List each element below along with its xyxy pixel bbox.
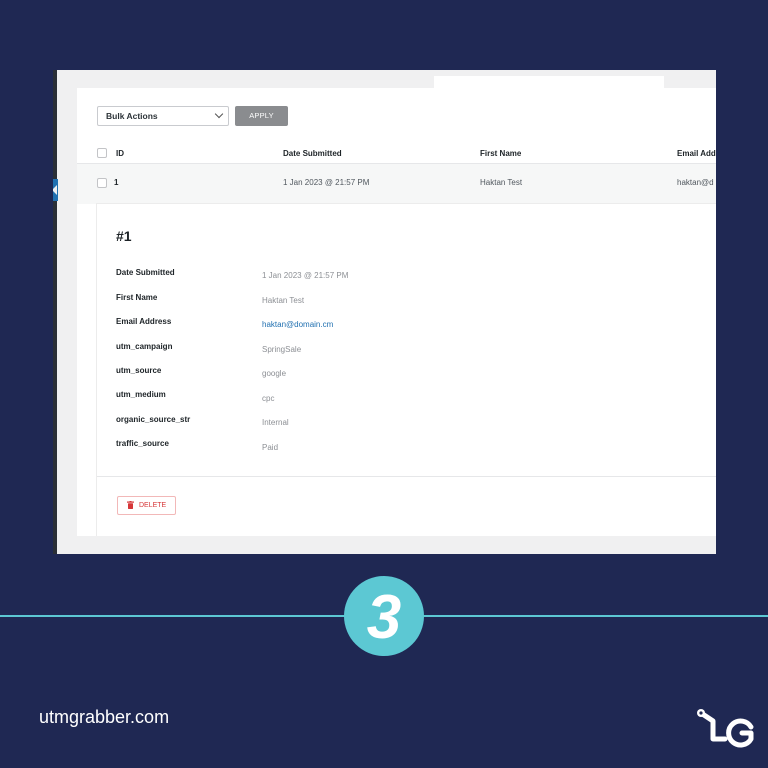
top-bar-fragment [434, 76, 664, 88]
field-label-utm-medium: utm_medium [116, 390, 166, 399]
field-value-date-submitted: 1 Jan 2023 @ 21:57 PM [262, 271, 349, 280]
delete-button[interactable]: DELETE [117, 496, 176, 515]
column-header-email[interactable]: Email Addr [677, 149, 716, 158]
entries-panel: Bulk Actions APPLY ID Date Submitted Fir… [77, 88, 716, 548]
field-label-utm-campaign: utm_campaign [116, 342, 173, 351]
field-value-utm-source: google [262, 369, 287, 378]
row-email: haktan@d [677, 178, 714, 187]
trash-icon [127, 501, 134, 509]
delete-label: DELETE [139, 502, 167, 509]
detail-divider [97, 476, 716, 477]
row-first-name: Haktan Test [480, 178, 523, 187]
admin-menu-active-indicator [53, 179, 58, 201]
column-header-first-name[interactable]: First Name [480, 149, 521, 158]
site-url[interactable]: utmgrabber.com [39, 707, 169, 728]
field-value-traffic-source: Paid [262, 443, 279, 452]
entry-title: #1 [116, 228, 132, 244]
apply-button[interactable]: APPLY [235, 106, 288, 126]
step-number: 3 [366, 583, 402, 652]
panel-bottom-gap [77, 536, 716, 548]
bulk-actions-select[interactable]: Bulk Actions [97, 106, 229, 126]
field-value-utm-campaign: SpringSale [262, 345, 302, 354]
field-value-first-name: Haktan Test [262, 296, 305, 305]
field-label-utm-source: utm_source [116, 366, 162, 375]
row-date-submitted: 1 Jan 2023 @ 21:57 PM [283, 178, 370, 187]
table-header: ID Date Submitted First Name Email Addr [77, 142, 716, 164]
utmgrabber-logo-icon [697, 709, 754, 748]
field-label-traffic-source: traffic_source [116, 439, 169, 448]
column-header-id[interactable]: ID [116, 149, 124, 158]
email-link[interactable]: haktan@domain.cm [262, 320, 333, 329]
column-header-date-submitted[interactable]: Date Submitted [283, 149, 342, 158]
field-value-organic-source-str: Internal [262, 418, 289, 427]
field-label-email-address: Email Address [116, 317, 172, 326]
admin-sidebar-edge [53, 70, 57, 554]
field-label-organic-source-str: organic_source_str [116, 415, 191, 424]
row-checkbox[interactable] [97, 178, 107, 188]
field-label-first-name: First Name [116, 293, 158, 302]
step-badge: 3 [344, 576, 424, 656]
entry-detail-card: #1 Date Submitted 1 Jan 2023 @ 21:57 PM … [97, 204, 716, 536]
row-id: 1 [114, 178, 119, 187]
field-label-date-submitted: Date Submitted [116, 268, 175, 277]
select-all-checkbox[interactable] [97, 148, 107, 158]
table-row[interactable]: 1 1 Jan 2023 @ 21:57 PM Haktan Test hakt… [77, 164, 716, 204]
chevron-down-icon [214, 109, 224, 119]
field-value-utm-medium: cpc [262, 394, 275, 403]
bulk-actions-label: Bulk Actions [106, 111, 158, 121]
admin-screenshot: Bulk Actions APPLY ID Date Submitted Fir… [53, 70, 716, 554]
